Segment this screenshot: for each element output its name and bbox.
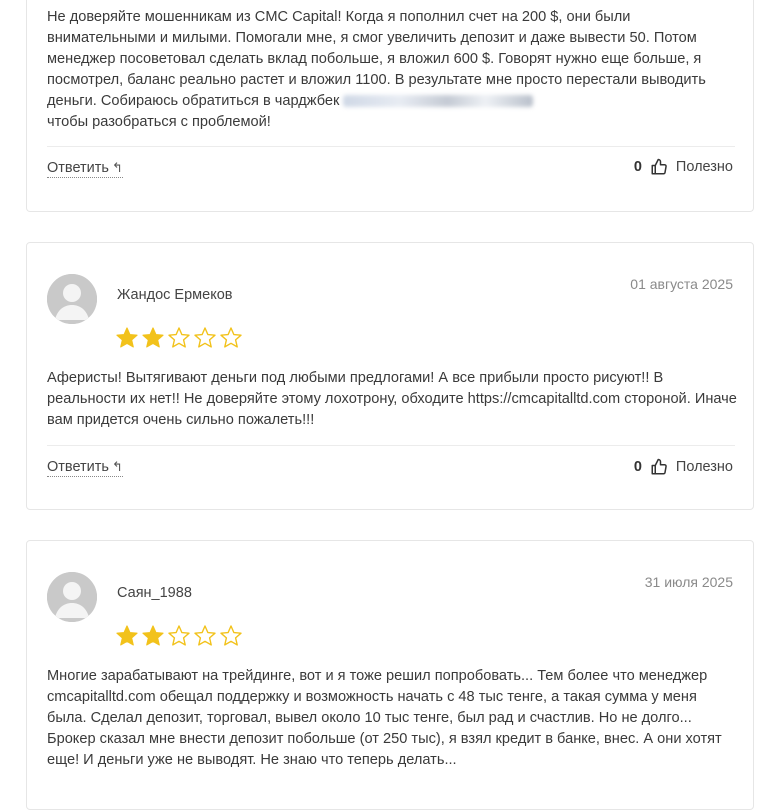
review-text: Многие зарабатывают на трейдинге, вот и … [47,668,722,768]
user-silhouette-icon [47,274,97,324]
helpful-label: Полезно [675,459,733,475]
rating-stars [115,326,243,350]
helpful-button[interactable]: 0 Полезно [634,458,733,476]
reply-label: Ответить [47,160,109,176]
review-date: 31 июля 2025 [644,574,733,590]
reply-button[interactable]: Ответить ↰ [47,160,123,178]
author-name[interactable]: Саян_1988 [117,585,192,601]
avatar [47,572,97,622]
redacted-link [343,95,534,108]
review-date: 01 августа 2025 [630,276,733,292]
star-icon [116,625,138,646]
rating-stars [115,624,243,648]
review-text-part: чтобы разобраться с проблемой! [47,114,271,130]
star-icon [142,327,164,348]
reply-label: Ответить [47,459,109,475]
divider [47,445,735,446]
star-icon [194,625,216,646]
star-icon [168,327,190,348]
star-icon [220,625,242,646]
helpful-button[interactable]: 0 Полезно [634,158,733,176]
divider [47,146,735,147]
star-icon [142,625,164,646]
star-icon [220,327,242,348]
review-card: Не доверяйте мошенникам из CMC Capital! … [26,0,754,212]
avatar [47,274,97,324]
review-text: Не доверяйте мошенникам из CMC Capital! … [47,7,737,133]
review-card: Жандос Ермеков 01 августа 2025 Аферисты!… [26,242,754,510]
like-count: 0 [633,159,642,175]
star-icon [194,327,216,348]
review-text: Аферисты! Вытягивают деньги под любыми п… [47,370,737,428]
thumbs-up-icon [651,158,667,175]
star-icon [116,327,138,348]
user-silhouette-icon [47,572,97,622]
helpful-label: Полезно [675,159,733,175]
review-card: Саян_1988 31 июля 2025 Многие зарабатыва… [26,540,754,810]
reply-button[interactable]: Ответить ↰ [47,459,123,477]
review-text-part: Не доверяйте мошенникам из CMC Capital! … [47,9,706,109]
like-count: 0 [633,459,642,475]
author-name[interactable]: Жандос Ермеков [117,287,232,303]
thumbs-up-icon [651,458,667,475]
reply-arrow-icon: ↰ [111,160,123,175]
star-icon [168,625,190,646]
reply-arrow-icon: ↰ [111,459,123,474]
